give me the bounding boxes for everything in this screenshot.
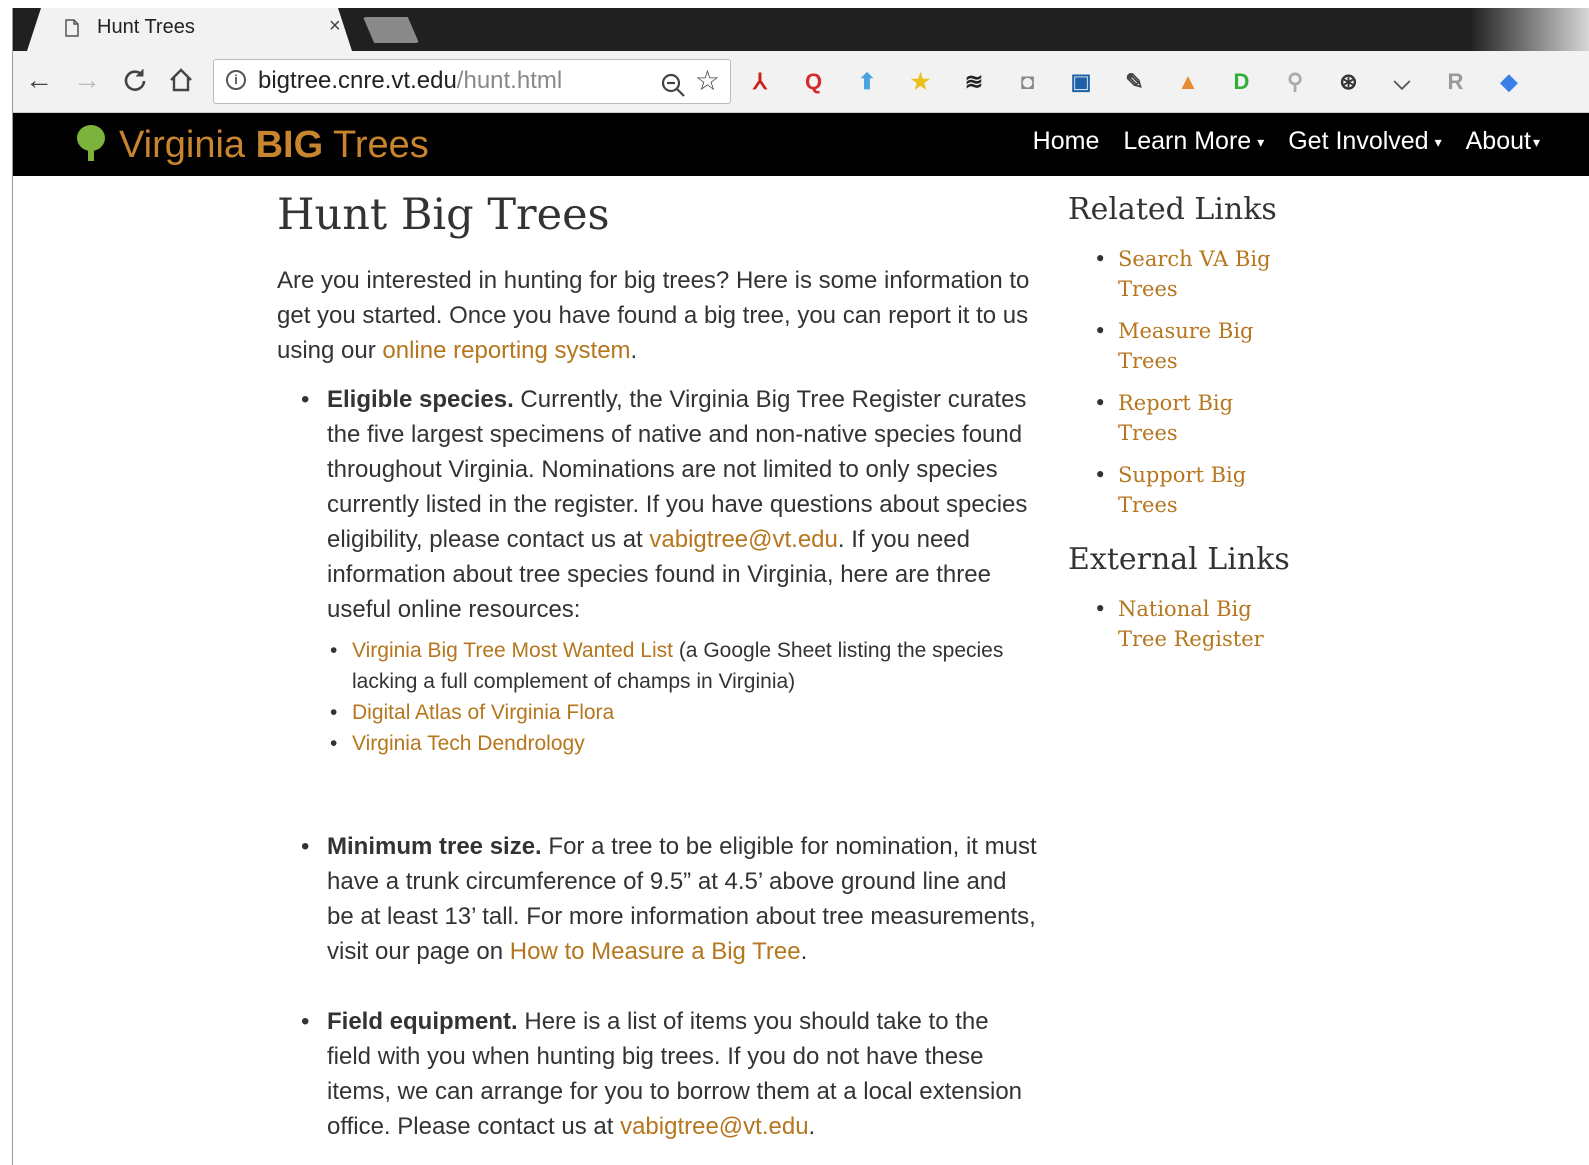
- list-item-field-equipment: Field equipment. Here is a list of items…: [301, 1004, 1037, 1144]
- layers-extension-icon[interactable]: ≋: [961, 69, 987, 95]
- external-links-heading: External Links: [1068, 542, 1290, 577]
- report-big-trees-link[interactable]: Report Big Trees: [1118, 391, 1233, 445]
- resource-list: Virginia Big Tree Most Wanted List (a Go…: [327, 635, 1037, 759]
- brand-name-bold: BIG: [255, 123, 324, 166]
- nav-get-involved[interactable]: Get Involved ▾: [1288, 127, 1441, 156]
- list-item: Search VA Big Trees: [1094, 244, 1288, 304]
- book-extension-icon[interactable]: ▣: [1068, 69, 1094, 95]
- info-icon[interactable]: i: [226, 70, 246, 90]
- quicktime-extension-icon[interactable]: Q: [801, 69, 827, 95]
- online-reporting-link[interactable]: online reporting system: [382, 337, 630, 364]
- diamond-extension-icon[interactable]: ◆: [1496, 69, 1522, 95]
- support-big-trees-link[interactable]: Support Big Trees: [1118, 463, 1246, 517]
- hunting-info-list: Eligible species. Currently, the Virgini…: [277, 382, 1037, 1144]
- list-item: Support Big Trees: [1094, 460, 1288, 520]
- tab-hunt-trees[interactable]: Hunt Trees ×: [27, 8, 352, 51]
- national-big-tree-register-link[interactable]: National Big Tree Register: [1118, 597, 1264, 651]
- star-extension-icon[interactable]: ★: [908, 69, 934, 95]
- email-link[interactable]: vabigtree@vt.edu: [649, 526, 837, 553]
- email-link[interactable]: vabigtree@vt.edu: [620, 1113, 808, 1140]
- page-title: Hunt Big Trees: [277, 190, 610, 240]
- resource-item: Virginia Tech Dendrology: [330, 728, 1037, 759]
- caret-down-icon: ▾: [1532, 133, 1540, 150]
- nav-get-involved-label: Get Involved: [1288, 127, 1429, 155]
- most-wanted-link[interactable]: Virginia Big Tree Most Wanted List: [352, 639, 673, 662]
- url-path: /hunt.html: [456, 67, 563, 94]
- url-text: bigtree.cnre.vt.edu/hunt.html: [258, 67, 562, 95]
- upload-arrow-extension-icon[interactable]: ⬆: [854, 69, 880, 95]
- list-item-eligible-species: Eligible species. Currently, the Virgini…: [301, 382, 1037, 829]
- brand-logo[interactable]: Virginia BIG Trees: [75, 121, 429, 169]
- site-menu: Home Learn More ▾ Get Involved ▾ About ▾: [1033, 127, 1540, 156]
- nav-about[interactable]: About ▾: [1466, 127, 1540, 156]
- dendrology-link[interactable]: Virginia Tech Dendrology: [352, 732, 585, 755]
- list-item: Measure Big Trees: [1094, 316, 1288, 376]
- list-item: National Big Tree Register: [1094, 594, 1288, 654]
- brand-name: Virginia BIG Trees: [119, 124, 429, 167]
- equipment-label: Field equipment.: [327, 1008, 518, 1035]
- brand-name-post: Trees: [323, 123, 429, 166]
- forward-arrow-icon[interactable]: →: [69, 63, 105, 97]
- disconnect-extension-icon[interactable]: D: [1229, 69, 1255, 95]
- minimum-text-end: .: [800, 938, 808, 965]
- new-tab-button[interactable]: [363, 17, 419, 43]
- screenshot-extension-icon[interactable]: ◘: [1015, 69, 1041, 95]
- resource-item: Digital Atlas of Virginia Flora: [330, 697, 1037, 728]
- list-item: Report Big Trees: [1094, 388, 1288, 448]
- tab-strip: Hunt Trees ×: [13, 8, 1589, 51]
- nav-about-label: About: [1465, 127, 1531, 155]
- pdf-extension-icon[interactable]: ⅄: [747, 69, 773, 95]
- browser-toolbar: ← → i bigtree.cnre.vt.edu/hunt.html ☆ ⅄ Q…: [13, 51, 1589, 113]
- home-icon[interactable]: [163, 63, 199, 101]
- reload-icon[interactable]: [117, 63, 153, 101]
- brand-name-pre: Virginia: [119, 123, 256, 166]
- list-item-minimum-size: Minimum tree size. For a tree to be elig…: [301, 829, 1037, 1004]
- measure-tree-link[interactable]: How to Measure a Big Tree: [510, 938, 801, 965]
- magnifier-extension-icon[interactable]: ⚲: [1282, 69, 1308, 95]
- external-links-list: National Big Tree Register: [1068, 594, 1368, 654]
- related-links-heading: Related Links: [1068, 192, 1277, 227]
- close-icon[interactable]: ×: [329, 15, 341, 38]
- caret-down-icon: ▾: [1434, 133, 1442, 150]
- search-va-big-trees-link[interactable]: Search VA Big Trees: [1118, 247, 1271, 301]
- intro-paragraph: Are you interested in hunting for big tr…: [277, 263, 1037, 368]
- url-host: bigtree.cnre.vt.edu: [258, 67, 457, 94]
- nav-home[interactable]: Home: [1033, 127, 1100, 156]
- equipment-text-end: .: [808, 1113, 816, 1140]
- site-navbar: Virginia BIG Trees Home Learn More ▾ Get …: [13, 113, 1589, 176]
- eyedropper-extension-icon[interactable]: ✎: [1122, 69, 1148, 95]
- tab-title: Hunt Trees: [97, 16, 195, 38]
- nav-learn-more[interactable]: Learn More ▾: [1123, 127, 1264, 156]
- page-icon: [65, 19, 79, 37]
- zoom-icon[interactable]: [660, 67, 686, 105]
- eligible-label: Eligible species.: [327, 386, 514, 413]
- digital-atlas-link[interactable]: Digital Atlas of Virginia Flora: [352, 701, 614, 724]
- steering-extension-icon[interactable]: ⊛: [1336, 69, 1362, 95]
- sidebar: Related Links Search VA Big Trees Measur…: [1068, 188, 1368, 672]
- pocket-extension-icon[interactable]: ⌵: [1389, 69, 1415, 95]
- tree-icon: [75, 125, 107, 165]
- minimum-label: Minimum tree size.: [327, 833, 542, 860]
- nav-learn-more-label: Learn More: [1123, 127, 1252, 155]
- caret-down-icon: ▾: [1257, 133, 1265, 150]
- r-extension-icon[interactable]: R: [1443, 69, 1469, 95]
- address-bar[interactable]: i bigtree.cnre.vt.edu/hunt.html ☆: [213, 59, 731, 104]
- resource-item: Virginia Big Tree Most Wanted List (a Go…: [330, 635, 1037, 697]
- main-content: Hunt Big Trees Are you interested in hun…: [277, 185, 1037, 1144]
- back-arrow-icon[interactable]: ←: [21, 63, 57, 97]
- measure-big-trees-link[interactable]: Measure Big Trees: [1118, 319, 1254, 373]
- bookmark-star-icon[interactable]: ☆: [695, 64, 720, 97]
- image-extension-icon[interactable]: ▲: [1175, 69, 1201, 95]
- intro-end: .: [630, 337, 638, 364]
- related-links-list: Search VA Big Trees Measure Big Trees Re…: [1068, 244, 1368, 520]
